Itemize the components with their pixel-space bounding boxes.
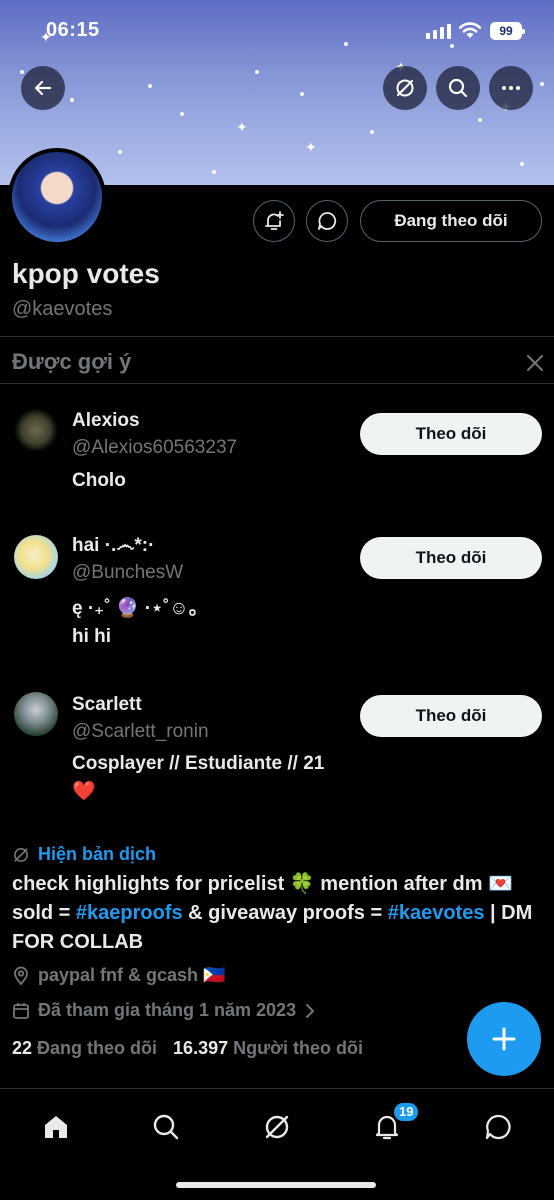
profile-avatar[interactable] bbox=[8, 148, 106, 246]
mail-icon bbox=[485, 1114, 511, 1140]
location-icon bbox=[14, 966, 28, 985]
grok-icon bbox=[265, 1115, 289, 1139]
suggestion-avatar[interactable] bbox=[14, 535, 58, 579]
grok-icon bbox=[396, 79, 414, 97]
translate-icon bbox=[14, 847, 28, 862]
hashtag-link[interactable]: #kaeproofs bbox=[76, 902, 183, 924]
signal-icon bbox=[426, 24, 451, 39]
bio-text: & giveaway proofs = bbox=[182, 902, 388, 924]
hashtag-link[interactable]: #kaevotes bbox=[388, 902, 485, 924]
back-icon bbox=[34, 80, 52, 96]
calendar-icon bbox=[13, 1002, 29, 1019]
profile-location: paypal fnf & gcash 🇵🇭 bbox=[12, 965, 225, 986]
suggestion-handle: @Scarlett_ronin bbox=[72, 721, 209, 742]
wifi-icon bbox=[458, 22, 482, 38]
suggestion-avatar[interactable] bbox=[14, 692, 58, 736]
search-button[interactable] bbox=[436, 66, 480, 110]
following-number: 22 bbox=[12, 1038, 33, 1058]
suggestion-bio: Cholo bbox=[72, 470, 126, 491]
suggestion-name[interactable]: Scarlett bbox=[72, 694, 142, 716]
suggestions-title: Được gợi ý bbox=[12, 349, 132, 374]
message-icon bbox=[318, 212, 337, 230]
search-icon bbox=[153, 1114, 179, 1140]
notification-badge: 19 bbox=[392, 1101, 421, 1123]
plus-icon bbox=[492, 1027, 516, 1051]
back-button[interactable] bbox=[21, 66, 65, 110]
suggestion-handle: @BunchesW bbox=[72, 562, 184, 583]
status-bar: 06:15 99 bbox=[0, 0, 554, 60]
chevron-right-icon bbox=[306, 1003, 315, 1018]
home-icon bbox=[45, 1116, 67, 1138]
profile-joined[interactable]: Đã tham gia tháng 1 năm 2023 bbox=[12, 1000, 316, 1021]
more-button[interactable] bbox=[489, 66, 533, 110]
tab-grok[interactable] bbox=[257, 1107, 297, 1147]
profile-name: kpop votes bbox=[12, 258, 160, 289]
suggestion-handle: @Alexios60563237 bbox=[72, 437, 238, 458]
status-time: 06:15 bbox=[46, 19, 100, 41]
suggestion-bio: ę ·₊˚ 🔮 ·⋆˚☺。 hi hi bbox=[72, 598, 208, 647]
close-icon[interactable] bbox=[524, 352, 546, 374]
tab-messages[interactable] bbox=[478, 1107, 518, 1147]
message-button[interactable] bbox=[306, 200, 348, 242]
follow-button[interactable]: Theo dõi bbox=[360, 413, 542, 455]
divider bbox=[0, 383, 554, 384]
translate-label[interactable]: Hiện bản dịch bbox=[38, 844, 156, 865]
tab-search[interactable] bbox=[146, 1107, 186, 1147]
following-button[interactable]: Đang theo dõi bbox=[360, 200, 542, 242]
notify-add-icon bbox=[265, 211, 284, 230]
compose-button[interactable] bbox=[467, 1002, 541, 1076]
following-count[interactable]: 22 Đang theo dõi bbox=[12, 1038, 157, 1059]
divider bbox=[0, 336, 554, 337]
following-label: Đang theo dõi bbox=[37, 1038, 158, 1058]
location-text: paypal fnf & gcash 🇵🇭 bbox=[38, 965, 226, 985]
followers-count[interactable]: 16.397 Người theo dõi bbox=[173, 1038, 363, 1059]
home-indicator bbox=[176, 1182, 376, 1188]
tab-home[interactable] bbox=[36, 1107, 76, 1147]
followers-label: Người theo dõi bbox=[233, 1038, 363, 1058]
suggestion-name[interactable]: hai ·.෴*:· bbox=[72, 535, 154, 557]
battery-indicator: 99 bbox=[490, 22, 525, 40]
suggestion-bio: Cosplayer // Estudiante // 21 ❤️ bbox=[72, 753, 325, 802]
profile-bio: check highlights for pricelist 🍀 mention… bbox=[12, 870, 542, 957]
follow-button[interactable]: Theo dõi bbox=[360, 695, 542, 737]
suggestion-avatar[interactable] bbox=[14, 408, 58, 452]
grok-button[interactable] bbox=[383, 66, 427, 110]
followers-number: 16.397 bbox=[173, 1038, 229, 1058]
profile-handle: @kaevotes bbox=[12, 298, 113, 320]
follow-counts: 22 Đang theo dõi 16.397 Người theo dõi bbox=[12, 1038, 363, 1059]
follow-button[interactable]: Theo dõi bbox=[360, 537, 542, 579]
suggestion-name[interactable]: Alexios bbox=[72, 410, 140, 432]
more-icon bbox=[502, 86, 520, 90]
notify-button[interactable] bbox=[253, 200, 295, 242]
joined-text: Đã tham gia tháng 1 năm 2023 bbox=[38, 1000, 297, 1020]
show-translation[interactable]: Hiện bản dịch bbox=[12, 844, 156, 865]
search-icon bbox=[448, 78, 468, 98]
